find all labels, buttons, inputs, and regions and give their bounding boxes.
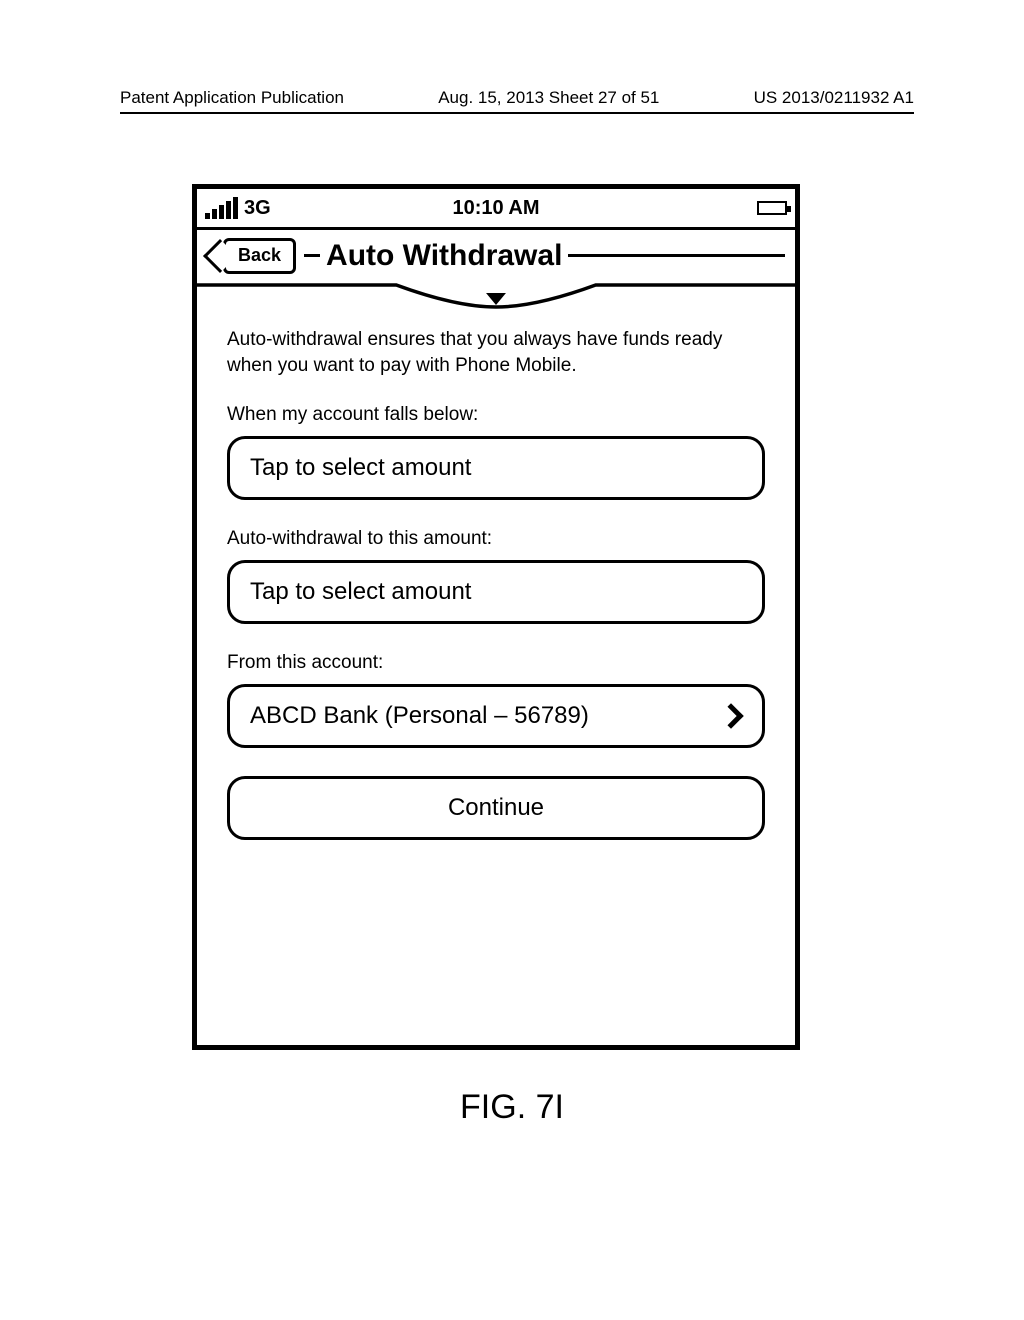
clock-label: 10:10 AM (197, 197, 795, 220)
patent-page-header: Patent Application Publication Aug. 15, … (120, 88, 914, 114)
navbar-divider-swoop (197, 281, 795, 309)
chevron-right-icon (718, 704, 743, 729)
header-patent-number: US 2013/0211932 A1 (754, 88, 914, 108)
figure-label: FIG. 7I (0, 1088, 1024, 1127)
content-area: Auto-withdrawal ensures that you always … (197, 309, 795, 840)
threshold-label: When my account falls below: (227, 404, 765, 426)
battery-icon (757, 201, 787, 215)
phone-frame: 3G 10:10 AM Back Auto Withdrawal Auto-wi… (192, 184, 800, 1050)
continue-button[interactable]: Continue (227, 776, 765, 840)
target-amount-placeholder: Tap to select amount (250, 578, 471, 606)
target-label: Auto-withdrawal to this amount: (227, 528, 765, 550)
description-text: Auto-withdrawal ensures that you always … (227, 327, 765, 378)
continue-label: Continue (448, 794, 544, 822)
account-label: From this account: (227, 652, 765, 674)
target-amount-selector[interactable]: Tap to select amount (227, 560, 765, 624)
status-bar: 3G 10:10 AM (197, 189, 795, 227)
account-value: ABCD Bank (Personal – 56789) (250, 702, 589, 730)
nav-bar: Back Auto Withdrawal (197, 227, 795, 281)
threshold-amount-placeholder: Tap to select amount (250, 454, 471, 482)
screen-title: Auto Withdrawal (320, 239, 568, 273)
header-date-sheet: Aug. 15, 2013 Sheet 27 of 51 (438, 88, 659, 108)
threshold-amount-selector[interactable]: Tap to select amount (227, 436, 765, 500)
back-label: Back (238, 245, 281, 266)
header-publication: Patent Application Publication (120, 88, 344, 108)
account-selector[interactable]: ABCD Bank (Personal – 56789) (227, 684, 765, 748)
back-button[interactable]: Back (207, 238, 296, 274)
title-group: Auto Withdrawal (304, 239, 785, 273)
